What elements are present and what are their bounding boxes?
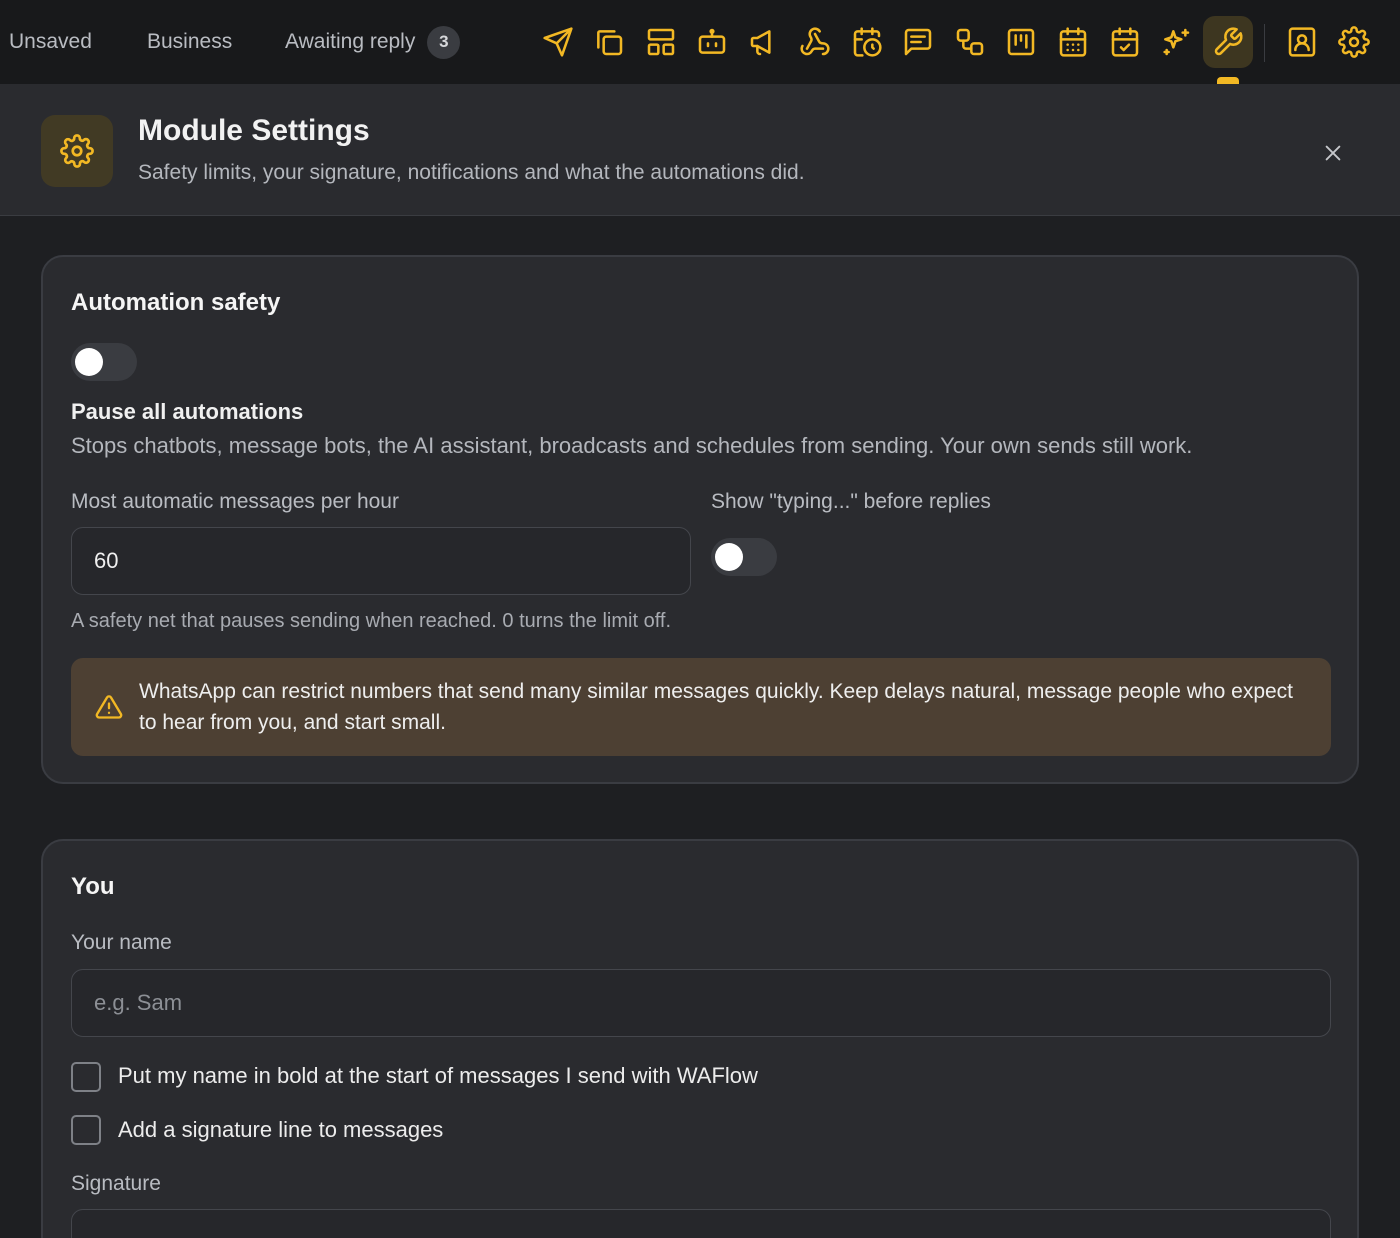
- webhook-button[interactable]: [790, 16, 840, 68]
- copy-button[interactable]: [584, 16, 634, 68]
- messages-button[interactable]: [893, 16, 943, 68]
- settings-button[interactable]: [1329, 16, 1379, 68]
- typing-label: Show "typing..." before replies: [711, 490, 991, 513]
- webhook-icon: [800, 27, 830, 56]
- toolbar-divider: [1264, 24, 1265, 62]
- pause-automations-toggle[interactable]: [71, 343, 137, 381]
- bot-button[interactable]: [687, 16, 737, 68]
- flow-button[interactable]: [945, 16, 995, 68]
- top-bar: Unsaved Business Awaiting reply 3: [0, 0, 1400, 84]
- warning-text: WhatsApp can restrict numbers that send …: [139, 680, 1294, 734]
- flow-icon: [956, 28, 984, 56]
- bot-icon: [698, 28, 726, 54]
- layout-icon: [647, 28, 675, 56]
- page-title: Module Settings: [138, 114, 370, 147]
- ai-assistant-button[interactable]: [1151, 16, 1201, 68]
- header-icon-tile: [41, 115, 113, 187]
- bold-name-checkbox[interactable]: [71, 1062, 101, 1092]
- module-settings-button[interactable]: [1203, 16, 1253, 68]
- sparkles-icon: [1163, 28, 1190, 56]
- typing-toggle[interactable]: [711, 538, 777, 576]
- gear-icon: [1338, 26, 1370, 58]
- page-subtitle: Safety limits, your signature, notificat…: [138, 161, 805, 184]
- tab-label: Awaiting reply: [285, 30, 416, 53]
- rate-limit-input[interactable]: 60: [71, 527, 691, 595]
- pause-automations-description: Stops chatbots, message bots, the AI ass…: [71, 433, 1193, 458]
- active-tool-indicator: [1217, 77, 1239, 84]
- kanban-button[interactable]: [996, 16, 1046, 68]
- signature-input[interactable]: [71, 1209, 1331, 1238]
- your-name-label: Your name: [71, 931, 172, 954]
- calendar-check-icon: [1111, 27, 1139, 57]
- you-card: You Your name e.g. Sam Put my name in bo…: [41, 839, 1359, 1238]
- calendar-icon: [1059, 27, 1087, 57]
- calendar-button[interactable]: [1048, 16, 1098, 68]
- close-button[interactable]: [1316, 136, 1350, 170]
- message-square-icon: [904, 28, 932, 56]
- broadcast-button[interactable]: [739, 16, 789, 68]
- signature-line-label[interactable]: Add a signature line to messages: [118, 1117, 443, 1143]
- count-badge: 3: [427, 25, 461, 59]
- wrench-icon: [1214, 27, 1243, 56]
- signature-label: Signature: [71, 1172, 161, 1195]
- pause-automations-label: Pause all automations: [71, 399, 304, 424]
- close-icon: [1325, 145, 1341, 161]
- send-button[interactable]: [533, 16, 583, 68]
- bold-name-label[interactable]: Put my name in bold at the start of mess…: [118, 1063, 758, 1089]
- calendar-clock-icon: [853, 27, 882, 57]
- kanban-icon: [1007, 28, 1035, 56]
- tasks-button[interactable]: [1100, 16, 1150, 68]
- tab-label: Unsaved: [9, 30, 92, 53]
- signature-line-checkbox[interactable]: [71, 1115, 101, 1145]
- toggle-knob: [715, 543, 743, 571]
- megaphone-icon: [750, 30, 771, 56]
- gear-icon: [60, 134, 94, 168]
- warning-banner: WhatsApp can restrict numbers that send …: [71, 658, 1331, 756]
- warning-triangle-icon: [95, 695, 123, 719]
- schedule-button[interactable]: [842, 16, 892, 68]
- module-header: Module Settings Safety limits, your sign…: [0, 84, 1400, 216]
- copy-icon: [597, 30, 623, 56]
- rate-limit-hint: A safety net that pauses sending when re…: [71, 610, 671, 632]
- card-title: You: [71, 873, 115, 900]
- contacts-button[interactable]: [1277, 16, 1327, 68]
- tab-business[interactable]: Business: [147, 0, 232, 84]
- rate-limit-label: Most automatic messages per hour: [71, 490, 399, 513]
- send-icon: [543, 27, 573, 57]
- contact-icon: [1288, 27, 1316, 57]
- tab-unsaved[interactable]: Unsaved: [9, 0, 92, 84]
- card-title: Automation safety: [71, 289, 281, 316]
- tab-label: Business: [147, 30, 233, 53]
- tab-awaiting-reply[interactable]: Awaiting reply 3: [285, 0, 461, 84]
- your-name-input[interactable]: e.g. Sam: [71, 969, 1331, 1037]
- automation-safety-card: Automation safety Pause all automations …: [41, 255, 1359, 784]
- layout-button[interactable]: [636, 16, 686, 68]
- toggle-knob: [75, 348, 103, 376]
